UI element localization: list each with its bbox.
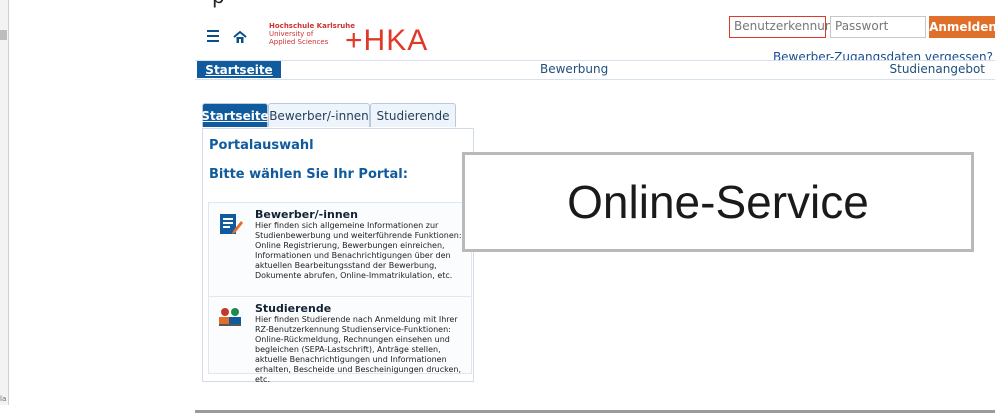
partial-page-title: p bbox=[212, 0, 225, 8]
home-icon[interactable] bbox=[233, 29, 247, 43]
menu-icon[interactable] bbox=[207, 30, 219, 42]
tab-bewerber[interactable]: Bewerber/-innen bbox=[268, 103, 370, 127]
hka-logo: +HKA bbox=[345, 24, 428, 58]
logo-line1: Hochschule Karlsruhe bbox=[269, 22, 355, 30]
portal-selection-panel: Portalauswahl Bitte wählen Sie Ihr Porta… bbox=[202, 128, 474, 384]
username-input[interactable]: Benutzerkennung bbox=[729, 16, 840, 38]
nav-item-startseite[interactable]: Startseite bbox=[197, 61, 281, 78]
tab-studierende[interactable]: Studierende bbox=[370, 103, 456, 127]
left-edge-strip: la bbox=[0, 0, 9, 405]
logo-cross-icon: + bbox=[345, 24, 364, 57]
portal-screen: p Hochschule Karlsruhe University of App… bbox=[195, 0, 995, 413]
portal-card-title: Bewerber/-innen bbox=[255, 208, 358, 221]
portal-card-studierende[interactable]: Studierende Hier finden Studierende nach… bbox=[208, 296, 472, 384]
university-logo-text: Hochschule Karlsruhe University of Appli… bbox=[269, 22, 355, 46]
password-input[interactable]: Passwort bbox=[830, 16, 926, 38]
tab-startseite[interactable]: Startseite bbox=[201, 103, 269, 127]
students-icon bbox=[217, 305, 243, 331]
edge-label: la bbox=[0, 395, 7, 403]
nav-item-bewerbung[interactable]: Bewerbung bbox=[540, 61, 608, 78]
portal-title: Portalauswahl bbox=[209, 138, 314, 153]
logo-mark-text: HKA bbox=[363, 24, 429, 57]
main-navigation: Startseite Bewerbung Studienangebot bbox=[195, 60, 995, 80]
nav-item-studienangebot[interactable]: Studienangebot bbox=[890, 61, 986, 78]
portal-card-description: Hier finden Studierende nach Anmeldung m… bbox=[255, 315, 462, 384]
logo-line2: University of bbox=[269, 30, 314, 38]
portal-card-description: Hier finden sich allgemeine Informatione… bbox=[255, 221, 462, 280]
online-service-overlay: Online-Service bbox=[462, 152, 974, 252]
portal-subtitle: Bitte wählen Sie Ihr Portal: bbox=[209, 167, 408, 182]
login-button[interactable]: Anmelden bbox=[929, 16, 995, 38]
application-form-icon bbox=[217, 211, 243, 237]
header-bar: Hochschule Karlsruhe University of Appli… bbox=[195, 8, 995, 64]
portal-card-bewerber[interactable]: Bewerber/-innen Hier finden sich allgeme… bbox=[208, 202, 472, 300]
portal-card-title: Studierende bbox=[255, 302, 332, 315]
edge-mark bbox=[0, 30, 7, 40]
overlay-title: Online-Service bbox=[567, 176, 869, 228]
logo-line3: Applied Sciences bbox=[269, 38, 329, 46]
